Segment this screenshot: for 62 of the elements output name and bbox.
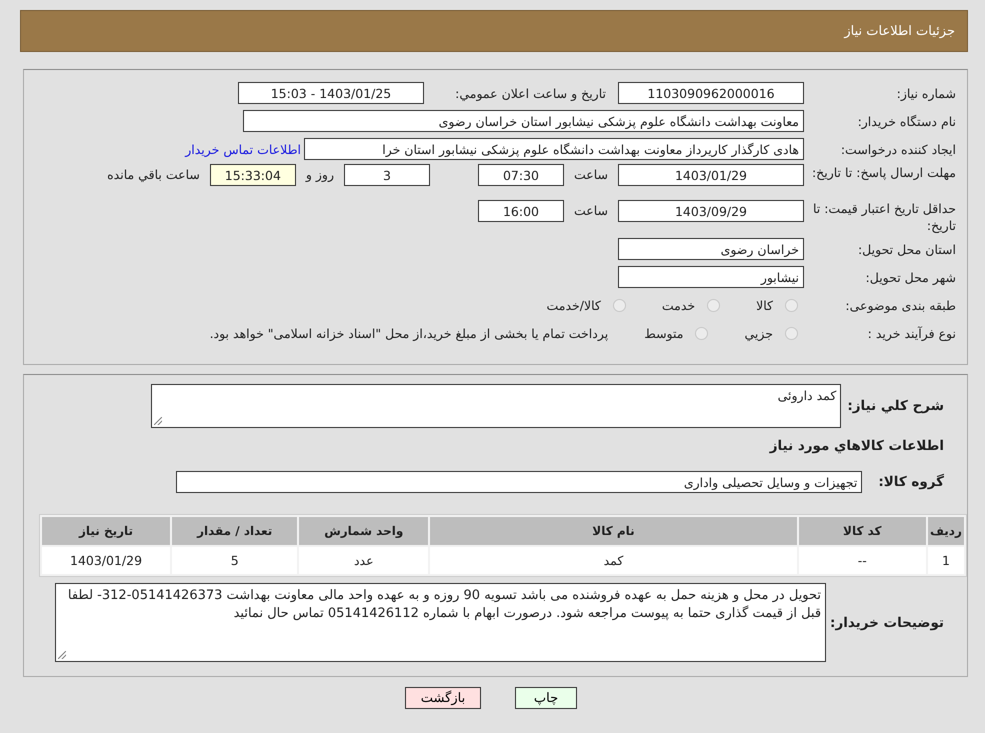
field-label: مهلت ارسال پاسخ: تا تاریخ:: [810, 164, 957, 181]
remaining-label: ساعت باقي مانده: [107, 166, 200, 184]
buyer-org-field: معاونت بهداشت دانشگاه علوم پزشکی نیشابور استان خراسان رضوی: [243, 110, 804, 132]
days-label: روز و: [306, 166, 334, 184]
remaining-time-field: 15:33:04: [210, 164, 296, 186]
action-button[interactable]: بازگشت: [405, 687, 481, 709]
column-header: ردیف: [928, 517, 964, 545]
field-label: شرح کلي نیاز:: [847, 398, 945, 414]
column-header: نام کالا: [430, 517, 797, 545]
validity-date-field: 1403/09/29: [618, 200, 804, 222]
radio-label: متوسط: [644, 326, 684, 340]
time-label: ساعت: [574, 202, 608, 220]
radio-button[interactable]: [785, 298, 798, 312]
table-cell: --: [798, 547, 926, 574]
field-label: حداقل تاریخ اعتبار قیمت: تا تاریخ:: [812, 200, 957, 234]
city-field: نیشابور: [618, 266, 804, 288]
field-label: گروه کالا:: [878, 474, 945, 490]
field-label: نوع فرآیند خرید :: [866, 326, 957, 340]
column-header: تعداد / مقدار: [172, 517, 298, 545]
table-cell: کمد: [430, 547, 797, 574]
table-cell: 1: [928, 547, 964, 574]
radio-button[interactable]: [785, 326, 798, 340]
field-label: طبقه بندی موضوعی:: [844, 298, 957, 312]
column-header: تاریخ نیاز: [42, 517, 170, 545]
column-header: کد کالا: [798, 517, 926, 545]
radio-label: کالا/خدمت: [546, 298, 601, 312]
announce-date-field: 1403/01/25 - 15:03: [238, 82, 424, 104]
field-label: شماره نیاز:: [896, 86, 957, 100]
province-field: خراسان رضوی: [618, 238, 804, 260]
field-label: نام دستگاه خریدار:: [856, 114, 957, 128]
days-field: 3: [344, 164, 430, 186]
field-label: تاریخ و ساعت اعلان عمومي:: [454, 86, 606, 100]
field-label: استان محل تحویل:: [856, 242, 957, 256]
radio-button[interactable]: [707, 298, 720, 312]
payment-note: پرداخت تمام یا بخشی از مبلغ خرید،از محل "اسناد خزانه اسلامی" خواهد بود.: [210, 326, 608, 340]
validity-time-field: 16:00: [478, 200, 564, 222]
table-cell: 5: [172, 547, 298, 574]
page-title: جزئیات اطلاعات نیاز: [844, 24, 955, 38]
field-label: توضیحات خریدار:: [830, 614, 945, 630]
action-button[interactable]: چاپ: [515, 687, 577, 709]
section-heading: اطلاعات کالاهاي مورد نیاز: [768, 438, 945, 454]
time-label: ساعت: [574, 166, 608, 184]
radio-label: خدمت: [662, 298, 696, 312]
field-label: ایجاد کننده درخواست:: [840, 142, 957, 156]
radio-label: کالا: [756, 298, 773, 312]
resize-grip-icon[interactable]: [154, 417, 162, 425]
radio-button[interactable]: [695, 326, 708, 340]
field-label: شهر محل تحویل:: [864, 270, 957, 284]
radio-button[interactable]: [612, 298, 626, 312]
reply-date-field: 1403/01/29: [618, 164, 804, 186]
column-header: واحد شمارش: [299, 517, 428, 545]
need-number-field: 1103090962000016: [618, 82, 804, 104]
buyer-notes-field: تحویل در محل و هزینه حمل به عهده فروشنده می باشد تسویه 90 روزه و به عهده واحد مالی معاونت بهداشت 05141426373-312- لطفا قبل از قیمت گذاری حتما به پیوست مراجعه شود. درصورت ابهام با شماره 05141426112 تماس حال نمائید: [55, 583, 826, 662]
creator-field: هادی کارگذار کاریرداز معاونت بهداشت دانشگاه علوم پزشکی نیشابور استان خرا: [304, 138, 804, 160]
reply-time-field: 07:30: [478, 164, 564, 186]
table-cell: عدد: [299, 547, 428, 574]
table-cell: 1403/01/29: [42, 547, 170, 574]
summary-field: کمد داروئی: [151, 384, 842, 428]
resize-grip-icon[interactable]: [58, 651, 66, 659]
radio-label: جزيي: [744, 326, 773, 340]
buyer-contact-link[interactable]: اطلاعات تماس خریدار: [185, 142, 301, 156]
goods-group-field: تجهیزات و وسایل تحصیلی واداری: [176, 471, 862, 493]
